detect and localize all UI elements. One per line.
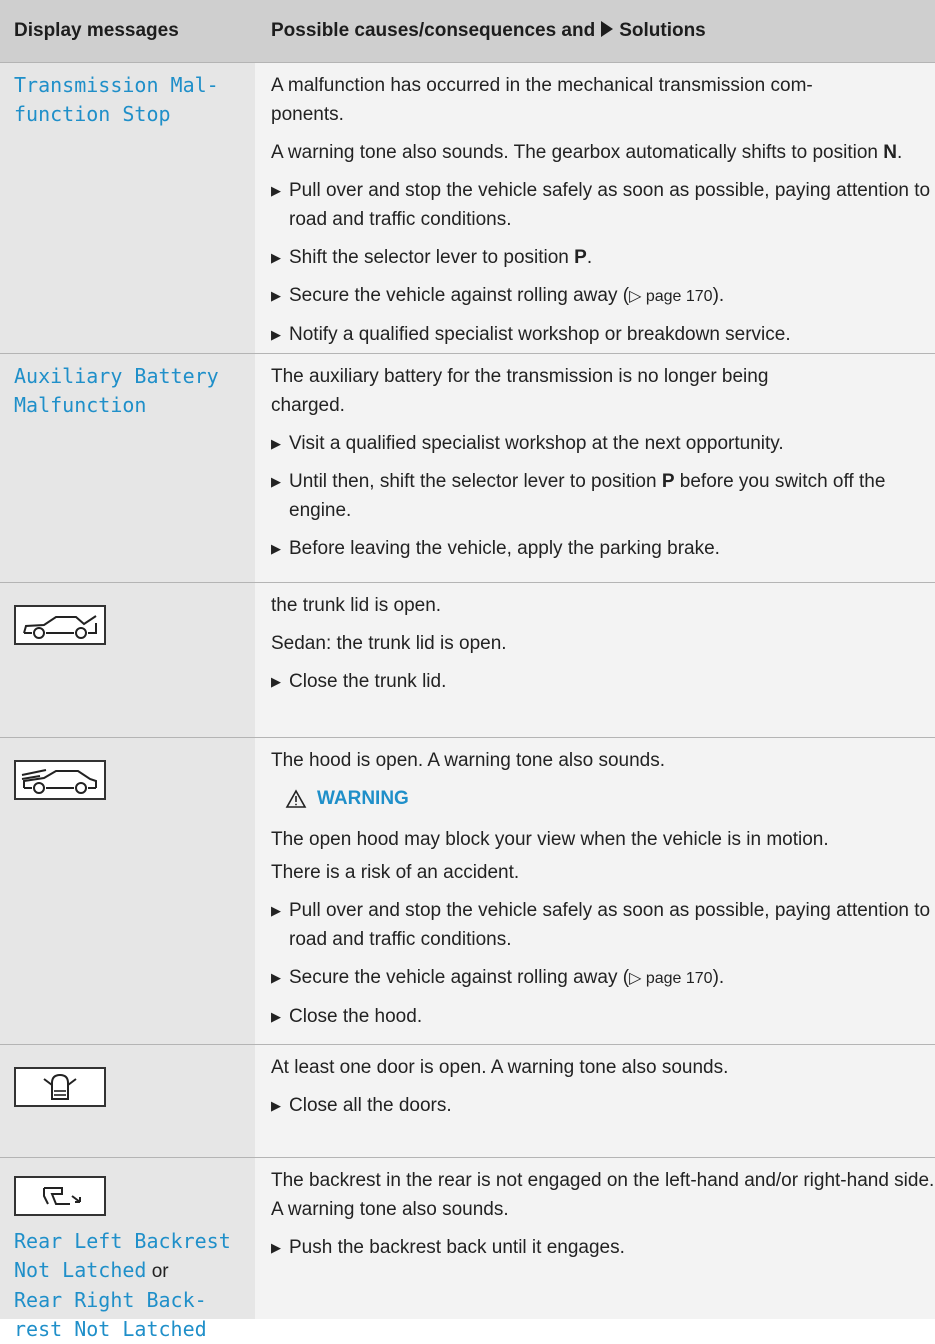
bullet-icon: ▶ (271, 674, 281, 689)
bullet-icon: ▶ (271, 1098, 281, 1113)
list-item: ▶ Visit a qualified specialist workshop a… (271, 429, 935, 458)
bullet-icon: ▶ (271, 970, 281, 985)
list-item: ▶ Before leaving the vehicle, apply the p… (271, 534, 935, 563)
row-text: At least one door is open. A warning ton… (271, 1057, 729, 1078)
list-item: ▶ Secure the vehicle against rolling away… (271, 281, 935, 311)
row-text: the trunk lid is open. (271, 595, 442, 616)
display-messages-table: Display messages Possible causes/consequ… (0, 0, 935, 1341)
list-item: ▶ Shift the selector lever to position P. (271, 243, 935, 272)
backrest-icon (14, 1176, 106, 1216)
triangle-icon (601, 21, 614, 37)
list-item: ▶ Pull over and stop the vehicle safely a… (271, 896, 935, 954)
list-item: ▶ Push the backrest back until it engages… (271, 1233, 935, 1262)
list-item: ▶ Notify a qualified specialist workshop … (271, 320, 935, 349)
bullet-icon: ▶ (271, 288, 281, 303)
header-causes: Possible causes/consequences and (271, 20, 596, 41)
warning-heading: WARNING (285, 784, 935, 813)
header-solutions: Solutions (619, 20, 706, 41)
bullet-icon: ▶ (271, 327, 281, 342)
table-header: Display messages Possible causes/consequ… (0, 0, 935, 63)
list-item: ▶ Close the hood. (271, 1002, 935, 1031)
row-text: A malfunction has occurred in the mechan… (271, 75, 813, 125)
row-text: The backrest in the rear is not engaged … (271, 1170, 935, 1220)
bullet-icon: ▶ (271, 474, 281, 489)
trunk-open-icon (14, 605, 106, 645)
header-display-messages: Display messages (14, 20, 179, 41)
table-row: Rear Left Backrest Not Latched or Rear R… (0, 1158, 935, 1341)
list-item: ▶ Until then, shift the selector lever to… (271, 467, 935, 525)
table-row: Transmission Mal- function Stop A malfun… (0, 63, 935, 354)
list-item: ▶ Close the trunk lid. (271, 667, 935, 696)
message-auxiliary-battery: Auxiliary Battery Malfunction (14, 364, 219, 417)
bullet-icon: ▶ (271, 903, 281, 918)
list-item: ▶ Secure the vehicle against rolling away… (271, 963, 935, 993)
bullet-icon: ▶ (271, 1240, 281, 1255)
page-reference[interactable]: ▷ page 170 (629, 970, 712, 987)
table-row: The hood is open. A warning tone also so… (0, 738, 935, 1045)
row-text: The hood is open. A warning tone also so… (271, 750, 665, 771)
bullet-icon: ▶ (271, 541, 281, 556)
row-text: There is a risk of an accident. (271, 862, 520, 883)
door-open-icon (14, 1067, 106, 1107)
table-row: At least one door is open. A warning ton… (0, 1045, 935, 1158)
bullet-icon: ▶ (271, 436, 281, 451)
list-item: ▶ Close all the doors. (271, 1091, 935, 1120)
bullet-icon: ▶ (271, 183, 281, 198)
table-row: the trunk lid is open. Sedan: the trunk … (0, 583, 935, 738)
table-row: Auxiliary Battery Malfunction The auxili… (0, 354, 935, 583)
message-rear-left-backrest: Rear Left Backrest Not Latched (14, 1229, 231, 1282)
list-item: ▶ Pull over and stop the vehicle safely a… (271, 176, 935, 234)
message-transmission-malfunction: Transmission Mal- function Stop (14, 73, 219, 126)
row-text: The auxiliary battery for the transmissi… (271, 366, 769, 416)
page-reference[interactable]: ▷ page 170 (629, 288, 712, 305)
hood-open-icon (14, 760, 106, 800)
row-text: Sedan: the trunk lid is open. (271, 633, 507, 654)
warning-triangle-icon (285, 788, 307, 808)
message-rear-right-backrest: Rear Right Back- rest Not Latched (14, 1288, 207, 1341)
bullet-icon: ▶ (271, 1009, 281, 1024)
row-text: The open hood may block your view when t… (271, 829, 829, 850)
bullet-icon: ▶ (271, 250, 281, 265)
row-text: A warning tone also sounds. The gearbox … (271, 142, 903, 163)
